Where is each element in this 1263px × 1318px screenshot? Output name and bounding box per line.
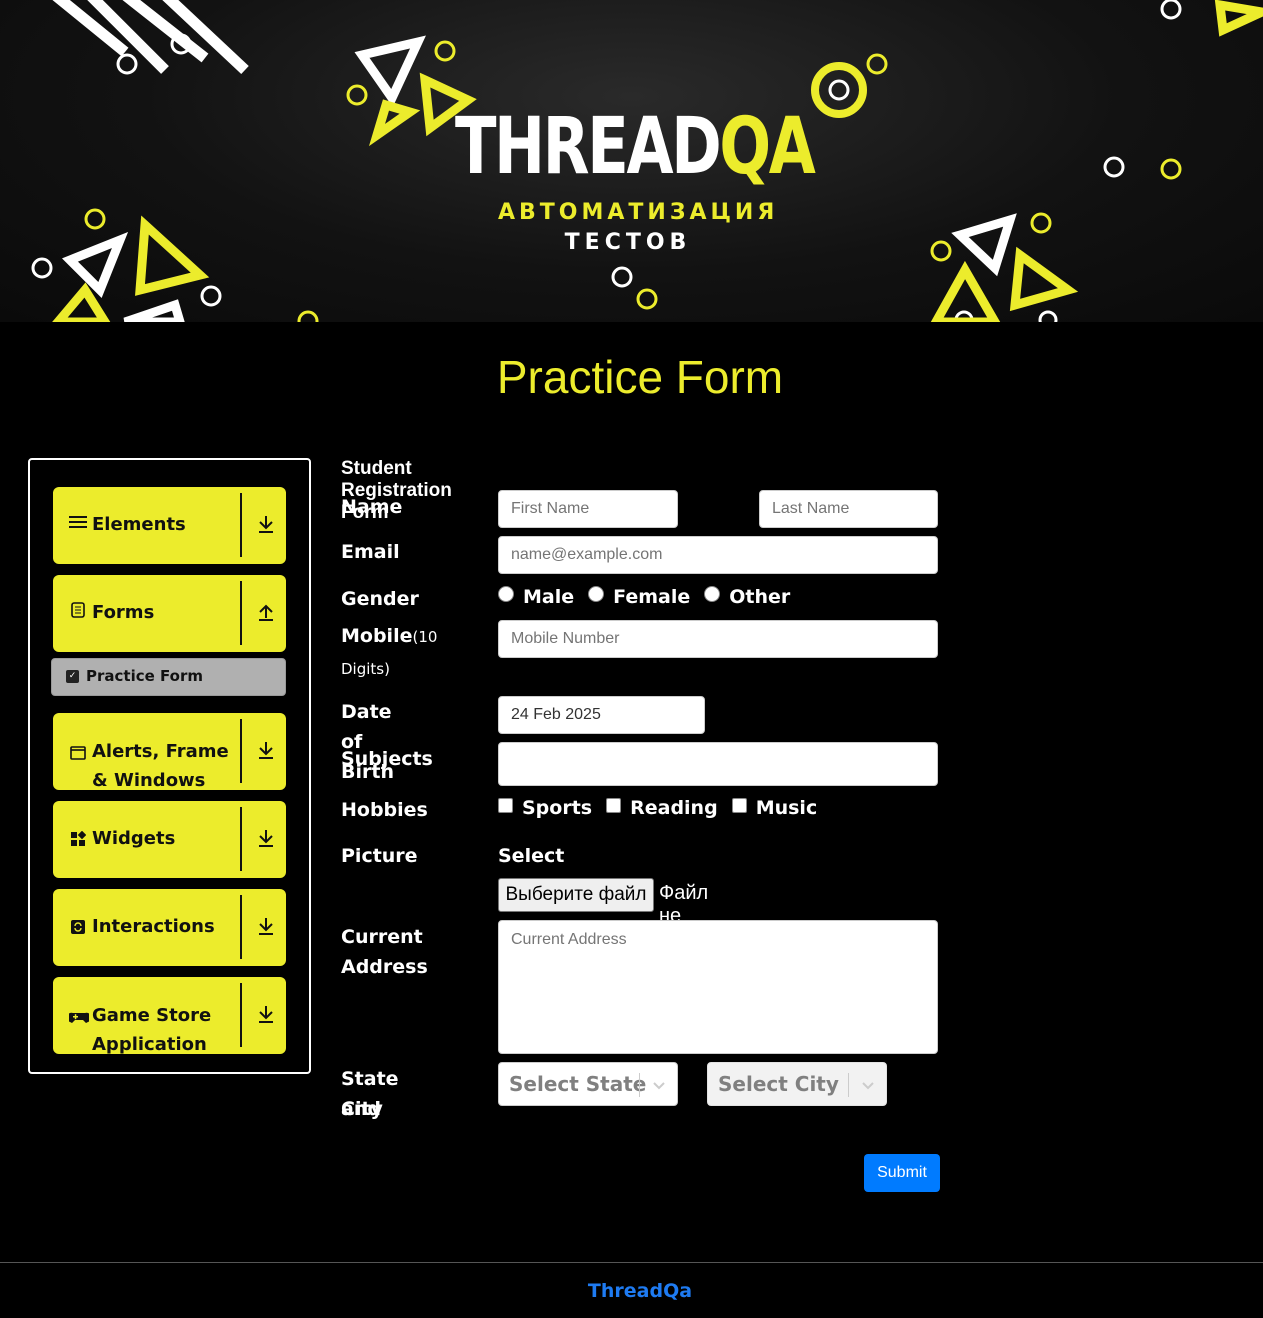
window-icon — [69, 745, 87, 764]
address-label-line1: Current — [341, 926, 423, 948]
widgets-icon — [69, 830, 87, 851]
hobbies-label: Hobbies — [341, 799, 428, 821]
sidebar-item-label: Practice Form — [86, 667, 203, 685]
upload-arrow-icon[interactable] — [256, 601, 276, 623]
download-arrow-icon[interactable] — [256, 739, 276, 761]
state-city-label-line2: City — [341, 1098, 383, 1120]
gender-options: Male Female Other — [498, 586, 804, 608]
dob-input[interactable]: 24 Feb 2025 — [498, 696, 705, 734]
checkbox[interactable] — [731, 797, 747, 813]
city-select[interactable]: Select City — [707, 1062, 887, 1106]
chevron-down-icon[interactable] — [860, 1077, 876, 1093]
radio-button[interactable] — [588, 586, 605, 602]
sidebar-group-interactions[interactable]: Interactions — [53, 889, 286, 966]
hobbies-options: Sports Reading Music — [498, 797, 831, 819]
radio-button[interactable] — [498, 586, 514, 602]
mobile-hint-2: Digits) — [341, 660, 390, 678]
sidebar-group-forms[interactable]: Forms — [53, 575, 286, 652]
gender-option-male[interactable]: Male — [498, 586, 574, 608]
download-arrow-icon[interactable] — [256, 1003, 276, 1025]
checkbox[interactable] — [498, 797, 513, 813]
logo-text-white: THREAD — [455, 102, 722, 192]
checkbox[interactable] — [606, 797, 622, 813]
email-input[interactable] — [498, 536, 938, 574]
sidebar-group-alerts-frame-windows[interactable]: Alerts, Frame & Windows — [53, 713, 286, 791]
footer-divider — [0, 1262, 1263, 1263]
document-icon — [69, 602, 87, 622]
download-arrow-icon[interactable] — [256, 827, 276, 849]
gender-label: Gender — [341, 588, 419, 610]
subjects-input[interactable] — [498, 742, 938, 786]
mobile-input[interactable] — [498, 620, 938, 658]
submit-button[interactable]: Submit — [864, 1154, 940, 1192]
subjects-label: Subjects — [341, 748, 433, 770]
state-select-placeholder: Select State — [509, 1072, 647, 1096]
sidebar-group-elements[interactable]: Elements — [53, 487, 286, 564]
sidebar-group-label: Alerts, Frame & Windows — [92, 741, 229, 791]
interactions-icon — [69, 919, 87, 938]
brand-logo: THREADQA — [455, 108, 816, 186]
name-label: Name — [341, 496, 403, 518]
sidebar-group-label: Widgets — [92, 828, 176, 849]
sidebar-group-label: Forms — [92, 602, 155, 623]
first-name-input[interactable] — [498, 490, 678, 528]
gender-option-female[interactable]: Female — [588, 586, 690, 608]
radio-button[interactable] — [704, 586, 721, 602]
city-select-placeholder: Select City — [718, 1072, 839, 1096]
logo-text-yellow: QA — [719, 102, 815, 192]
mobile-label: Mobile(10 — [341, 625, 438, 647]
choose-file-button[interactable]: Выберите файл — [498, 878, 654, 912]
hobby-option-music[interactable]: Music — [731, 797, 817, 819]
chevron-down-icon[interactable] — [651, 1077, 667, 1093]
mobile-hint: (10 — [412, 628, 438, 646]
logo-tagline-2: ТЕСТОВ — [564, 230, 692, 255]
state-select[interactable]: Select State — [498, 1062, 678, 1106]
last-name-input[interactable] — [759, 490, 938, 528]
sidebar-group-label: Game Store Application — [92, 1005, 212, 1055]
header-banner: THREADQA АВТОМАТИЗАЦИЯ ТЕСТОВ — [0, 0, 1263, 322]
hobby-option-sports[interactable]: Sports — [498, 797, 592, 819]
sidebar-menu: Elements Forms ✓ Practice Form Alerts, F… — [28, 458, 311, 1074]
gender-option-other[interactable]: Other — [704, 586, 790, 608]
footer-link[interactable]: ThreadQa — [0, 1280, 1263, 1302]
picture-label: Picture — [341, 845, 418, 867]
checkbox-icon: ✓ — [66, 670, 79, 683]
sidebar-group-label: Interactions — [92, 916, 215, 937]
sidebar-group-game-store[interactable]: Game Store Application — [53, 977, 286, 1055]
page-title: Practice Form — [496, 351, 784, 403]
download-arrow-icon[interactable] — [256, 915, 276, 937]
current-address-textarea[interactable]: Current Address — [498, 920, 938, 1054]
email-label: Email — [341, 541, 400, 563]
sidebar-group-label: Elements — [92, 514, 186, 535]
logo-tagline-1: АВТОМАТИЗАЦИЯ — [498, 200, 779, 225]
hamburger-icon — [69, 514, 87, 534]
sidebar-group-widgets[interactable]: Widgets — [53, 801, 286, 878]
address-label-line2: Address — [341, 956, 428, 978]
hobby-option-reading[interactable]: Reading — [606, 797, 718, 819]
gamepad-icon — [66, 1009, 92, 1028]
sidebar-item-practice-form[interactable]: ✓ Practice Form — [51, 658, 286, 696]
download-arrow-icon[interactable] — [256, 513, 276, 535]
